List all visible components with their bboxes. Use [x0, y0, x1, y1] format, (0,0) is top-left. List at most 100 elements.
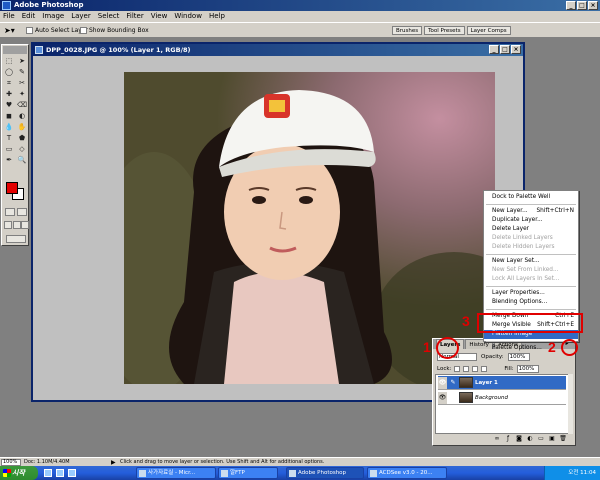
- menu-item-label: Delete Hidden Layers: [492, 244, 555, 250]
- checkbox-box[interactable]: [26, 27, 33, 34]
- close-button[interactable]: ×: [588, 1, 598, 10]
- well-tab-brushes[interactable]: Brushes: [392, 26, 423, 35]
- layer-list-scrollbar[interactable]: [568, 374, 573, 434]
- quicklaunch-desktop-icon[interactable]: [56, 469, 64, 477]
- menu-item-label: Duplicate Layer...: [492, 217, 543, 223]
- toolbox-grip[interactable]: [3, 46, 27, 54]
- eraser-tool-icon[interactable]: ⌫: [16, 100, 28, 110]
- clone-stamp-tool-icon[interactable]: ♥: [3, 100, 15, 110]
- minimize-button[interactable]: _: [566, 1, 576, 10]
- auto-select-layer-checkbox[interactable]: Auto Select Layer: [26, 27, 88, 34]
- crop-tool-icon[interactable]: ⌗: [3, 78, 15, 88]
- layer-row-background[interactable]: 👁 Background: [438, 391, 566, 405]
- layer-thumbnail: [459, 392, 473, 403]
- document-titlebar[interactable]: DPP_0028.JPG @ 100% (Layer 1, RGB/8) _ □…: [33, 44, 523, 56]
- pen-tool-icon[interactable]: ✒: [3, 155, 15, 165]
- quick-mask-mode-button[interactable]: [17, 208, 27, 216]
- menu-item-duplicate-layer[interactable]: Duplicate Layer...: [484, 216, 578, 225]
- blur-tool-icon[interactable]: 💧: [3, 122, 15, 132]
- link-icon[interactable]: ∞: [493, 435, 501, 443]
- well-tab-layer-comps[interactable]: Layer Comps: [466, 26, 511, 35]
- lock-all-icon[interactable]: [481, 365, 488, 372]
- adjustment-layer-icon[interactable]: ◐: [526, 435, 534, 443]
- taskbar-item-acdsee[interactable]: ACDSee v3.0 - 20...: [367, 467, 447, 479]
- screen-mode-full-button[interactable]: [21, 221, 29, 229]
- doc-maximize-button[interactable]: □: [500, 45, 510, 54]
- windows-logo-icon: [3, 469, 11, 477]
- menu-window[interactable]: Window: [174, 11, 202, 22]
- move-tool-icon[interactable]: ➤: [16, 56, 28, 66]
- standard-mode-button[interactable]: [5, 208, 15, 216]
- menu-select[interactable]: Select: [98, 11, 120, 22]
- ie-icon: [139, 470, 146, 477]
- menu-separator: [486, 204, 576, 205]
- gradient-tool-icon[interactable]: ◼: [3, 111, 15, 121]
- marquee-tool-icon[interactable]: ⬚: [3, 56, 15, 66]
- menu-item-label: New Set From Linked...: [492, 267, 559, 273]
- foreground-color-swatch[interactable]: [6, 182, 18, 194]
- screen-mode-full-menu-button[interactable]: [13, 221, 21, 229]
- doc-minimize-button[interactable]: _: [489, 45, 499, 54]
- lock-transparency-icon[interactable]: [454, 365, 461, 372]
- annotation-number-3: 3: [462, 313, 470, 329]
- new-set-icon[interactable]: ▭: [537, 435, 545, 443]
- menu-item-new-layer-set[interactable]: New Layer Set...: [484, 257, 578, 266]
- eye-icon[interactable]: 👁: [438, 391, 447, 404]
- menu-item-new-layer[interactable]: New Layer... Shift+Ctrl+N: [484, 207, 578, 216]
- dodge-tool-icon[interactable]: ◐: [16, 111, 28, 121]
- lock-pixels-icon[interactable]: [463, 365, 470, 372]
- checkbox-box[interactable]: [80, 27, 87, 34]
- menu-view[interactable]: View: [151, 11, 168, 22]
- layer-row-layer-1[interactable]: 👁 ✎ Layer 1: [438, 376, 566, 390]
- menu-item-delete-layer[interactable]: Delete Layer: [484, 225, 578, 234]
- menu-image[interactable]: Image: [42, 11, 64, 22]
- magic-wand-tool-icon[interactable]: ✎: [16, 67, 28, 77]
- eye-icon[interactable]: 👁: [438, 376, 447, 389]
- opacity-label: Opacity:: [481, 353, 504, 360]
- layer-style-icon[interactable]: ƒ: [504, 435, 512, 443]
- menu-layer[interactable]: Layer: [71, 11, 91, 22]
- brush-tool-icon[interactable]: ✦: [16, 89, 28, 99]
- shape-tool-icon[interactable]: ▭: [3, 144, 15, 154]
- fill-field[interactable]: 100%: [516, 364, 539, 373]
- menu-filter[interactable]: Filter: [126, 11, 143, 22]
- move-tool-preset-icon[interactable]: ➤▾: [4, 26, 20, 36]
- quicklaunch-media-icon[interactable]: [68, 469, 76, 477]
- well-tab-tool-presets[interactable]: Tool Presets: [424, 26, 465, 35]
- photoshop-icon: [289, 470, 296, 477]
- notes-tool-icon[interactable]: ◇: [16, 144, 28, 154]
- brush-link-icon: ✎: [450, 378, 456, 386]
- start-button[interactable]: 시작: [0, 466, 38, 480]
- trash-icon[interactable]: 🗑: [559, 435, 567, 443]
- menu-help[interactable]: Help: [209, 11, 225, 22]
- taskbar-item-explorer[interactable]: 사가자료실 - Micr...: [136, 467, 216, 479]
- clock[interactable]: 오전 11:04: [568, 470, 596, 476]
- jump-to-imageready-button[interactable]: [6, 235, 26, 243]
- new-layer-icon[interactable]: ▣: [548, 435, 556, 443]
- zoom-field[interactable]: 100%: [1, 459, 21, 466]
- lock-position-icon[interactable]: [472, 365, 479, 372]
- path-selection-tool-icon[interactable]: ⬟: [16, 133, 28, 143]
- healing-brush-tool-icon[interactable]: ✚: [3, 89, 15, 99]
- maximize-button[interactable]: □: [577, 1, 587, 10]
- menu-item-layer-properties[interactable]: Layer Properties...: [484, 289, 578, 298]
- taskbar-item-ftp[interactable]: 알FTP: [218, 467, 278, 479]
- mask-icon[interactable]: ◙: [515, 435, 523, 443]
- zoom-tool-icon[interactable]: 🔍: [16, 155, 28, 165]
- menu-edit[interactable]: Edit: [22, 11, 36, 22]
- menu-file[interactable]: File: [3, 11, 15, 22]
- doc-close-button[interactable]: ×: [511, 45, 521, 54]
- opacity-field[interactable]: 100%: [507, 352, 530, 361]
- lasso-tool-icon[interactable]: ◯: [3, 67, 15, 77]
- menu-item-blending-options[interactable]: Blending Options...: [484, 298, 578, 307]
- slice-tool-icon[interactable]: ✂: [16, 78, 28, 88]
- type-tool-icon[interactable]: T: [3, 133, 15, 143]
- hand-tool-icon[interactable]: ✋: [16, 122, 28, 132]
- quicklaunch-ie-icon[interactable]: [44, 469, 52, 477]
- menu-item-dock-to-palette-well[interactable]: Dock to Palette Well: [484, 193, 578, 202]
- show-bounding-box-checkbox[interactable]: Show Bounding Box: [80, 27, 149, 34]
- screen-mode-standard-button[interactable]: [4, 221, 12, 229]
- annotation-circle-layers-tab: [436, 337, 459, 359]
- document-title: DPP_0028.JPG @ 100% (Layer 1, RGB/8): [46, 46, 191, 54]
- taskbar-item-photoshop[interactable]: Adobe Photoshop: [286, 467, 364, 479]
